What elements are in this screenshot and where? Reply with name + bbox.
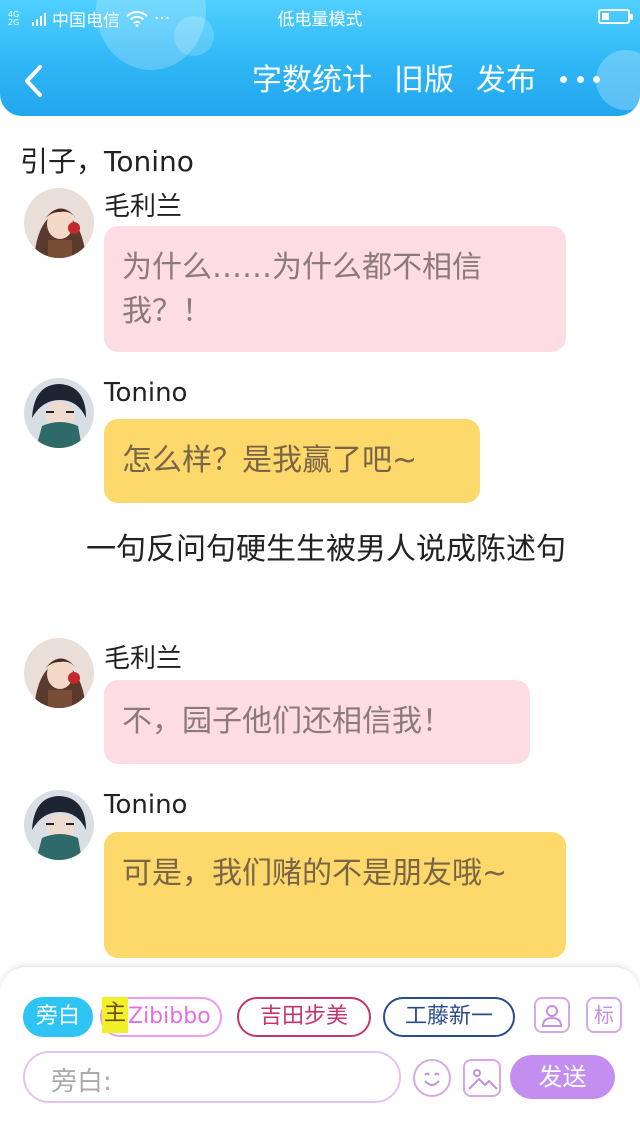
battery-level — [602, 13, 609, 20]
avatar-ran[interactable] — [24, 638, 94, 708]
message-bubble[interactable]: 不，园子他们还相信我！ — [104, 680, 530, 764]
message-bubble[interactable]: 怎么样？是我赢了吧~ — [104, 419, 480, 503]
more-options-icon[interactable] — [560, 62, 600, 96]
back-icon[interactable] — [20, 64, 50, 98]
story-title: 引子，Tonino — [20, 145, 194, 178]
avatar-ran[interactable] — [24, 188, 94, 258]
main-role-tag: 主 — [102, 997, 129, 1033]
message-input-box[interactable]: 旁白: — [23, 1051, 401, 1103]
input-role-label: 旁白: — [51, 1067, 112, 1097]
sender-name: Tonino — [104, 790, 188, 820]
nav-bar: 字数统计 旧版 发布 — [0, 50, 640, 112]
role-chip-main[interactable]: 主 Zibibbo — [100, 997, 222, 1037]
tag-button[interactable]: 标 — [586, 997, 622, 1033]
message-input[interactable] — [141, 1059, 391, 1095]
nav-actions: 字数统计 旧版 发布 — [252, 61, 536, 101]
status-bar: 4G 2G 中国电信 ··· 低电量模式 — [0, 0, 640, 34]
battery-icon — [598, 9, 633, 24]
power-mode-label: 低电量模式 — [277, 10, 363, 30]
main-role-name: Zibibbo — [128, 1004, 211, 1029]
send-button[interactable]: 发送 — [510, 1055, 615, 1099]
sender-name: 毛利兰 — [104, 192, 183, 222]
story-content[interactable]: 引子，Tonino 毛利兰 为什么……为什么都不相信我？！ Tonino 怎么样… — [0, 116, 640, 966]
word-count-button[interactable]: 字数统计 — [252, 61, 372, 101]
role-chip-shinichi[interactable]: 工藤新一 — [383, 997, 515, 1037]
image-icon[interactable] — [463, 1059, 501, 1097]
message-bubble[interactable]: 可是，我们赌的不是朋友哦~ — [104, 832, 566, 958]
publish-button[interactable]: 发布 — [476, 61, 536, 101]
old-version-button[interactable]: 旧版 — [394, 61, 454, 101]
avatar-tonino[interactable] — [24, 790, 94, 860]
app-header: 4G 2G 中国电信 ··· 低电量模式 字数统计 旧版 发布 — [0, 0, 640, 116]
message-bubble[interactable]: 为什么……为什么都不相信我？！ — [104, 226, 566, 352]
avatar-tonino[interactable] — [24, 378, 94, 448]
role-chip-ayumi[interactable]: 吉田步美 — [237, 997, 371, 1037]
character-icon[interactable] — [534, 997, 570, 1033]
sender-name: 毛利兰 — [104, 644, 183, 674]
role-chip-narration[interactable]: 旁白 — [23, 997, 93, 1037]
narration-text[interactable]: 一句反问句硬生生被男人说成陈述句 — [26, 528, 606, 572]
emoji-icon[interactable] — [413, 1059, 451, 1097]
sender-name: Tonino — [104, 378, 188, 408]
composer-panel: 旁白 主 Zibibbo 吉田步美 工藤新一 标 旁白: 发送 — [0, 966, 640, 1138]
